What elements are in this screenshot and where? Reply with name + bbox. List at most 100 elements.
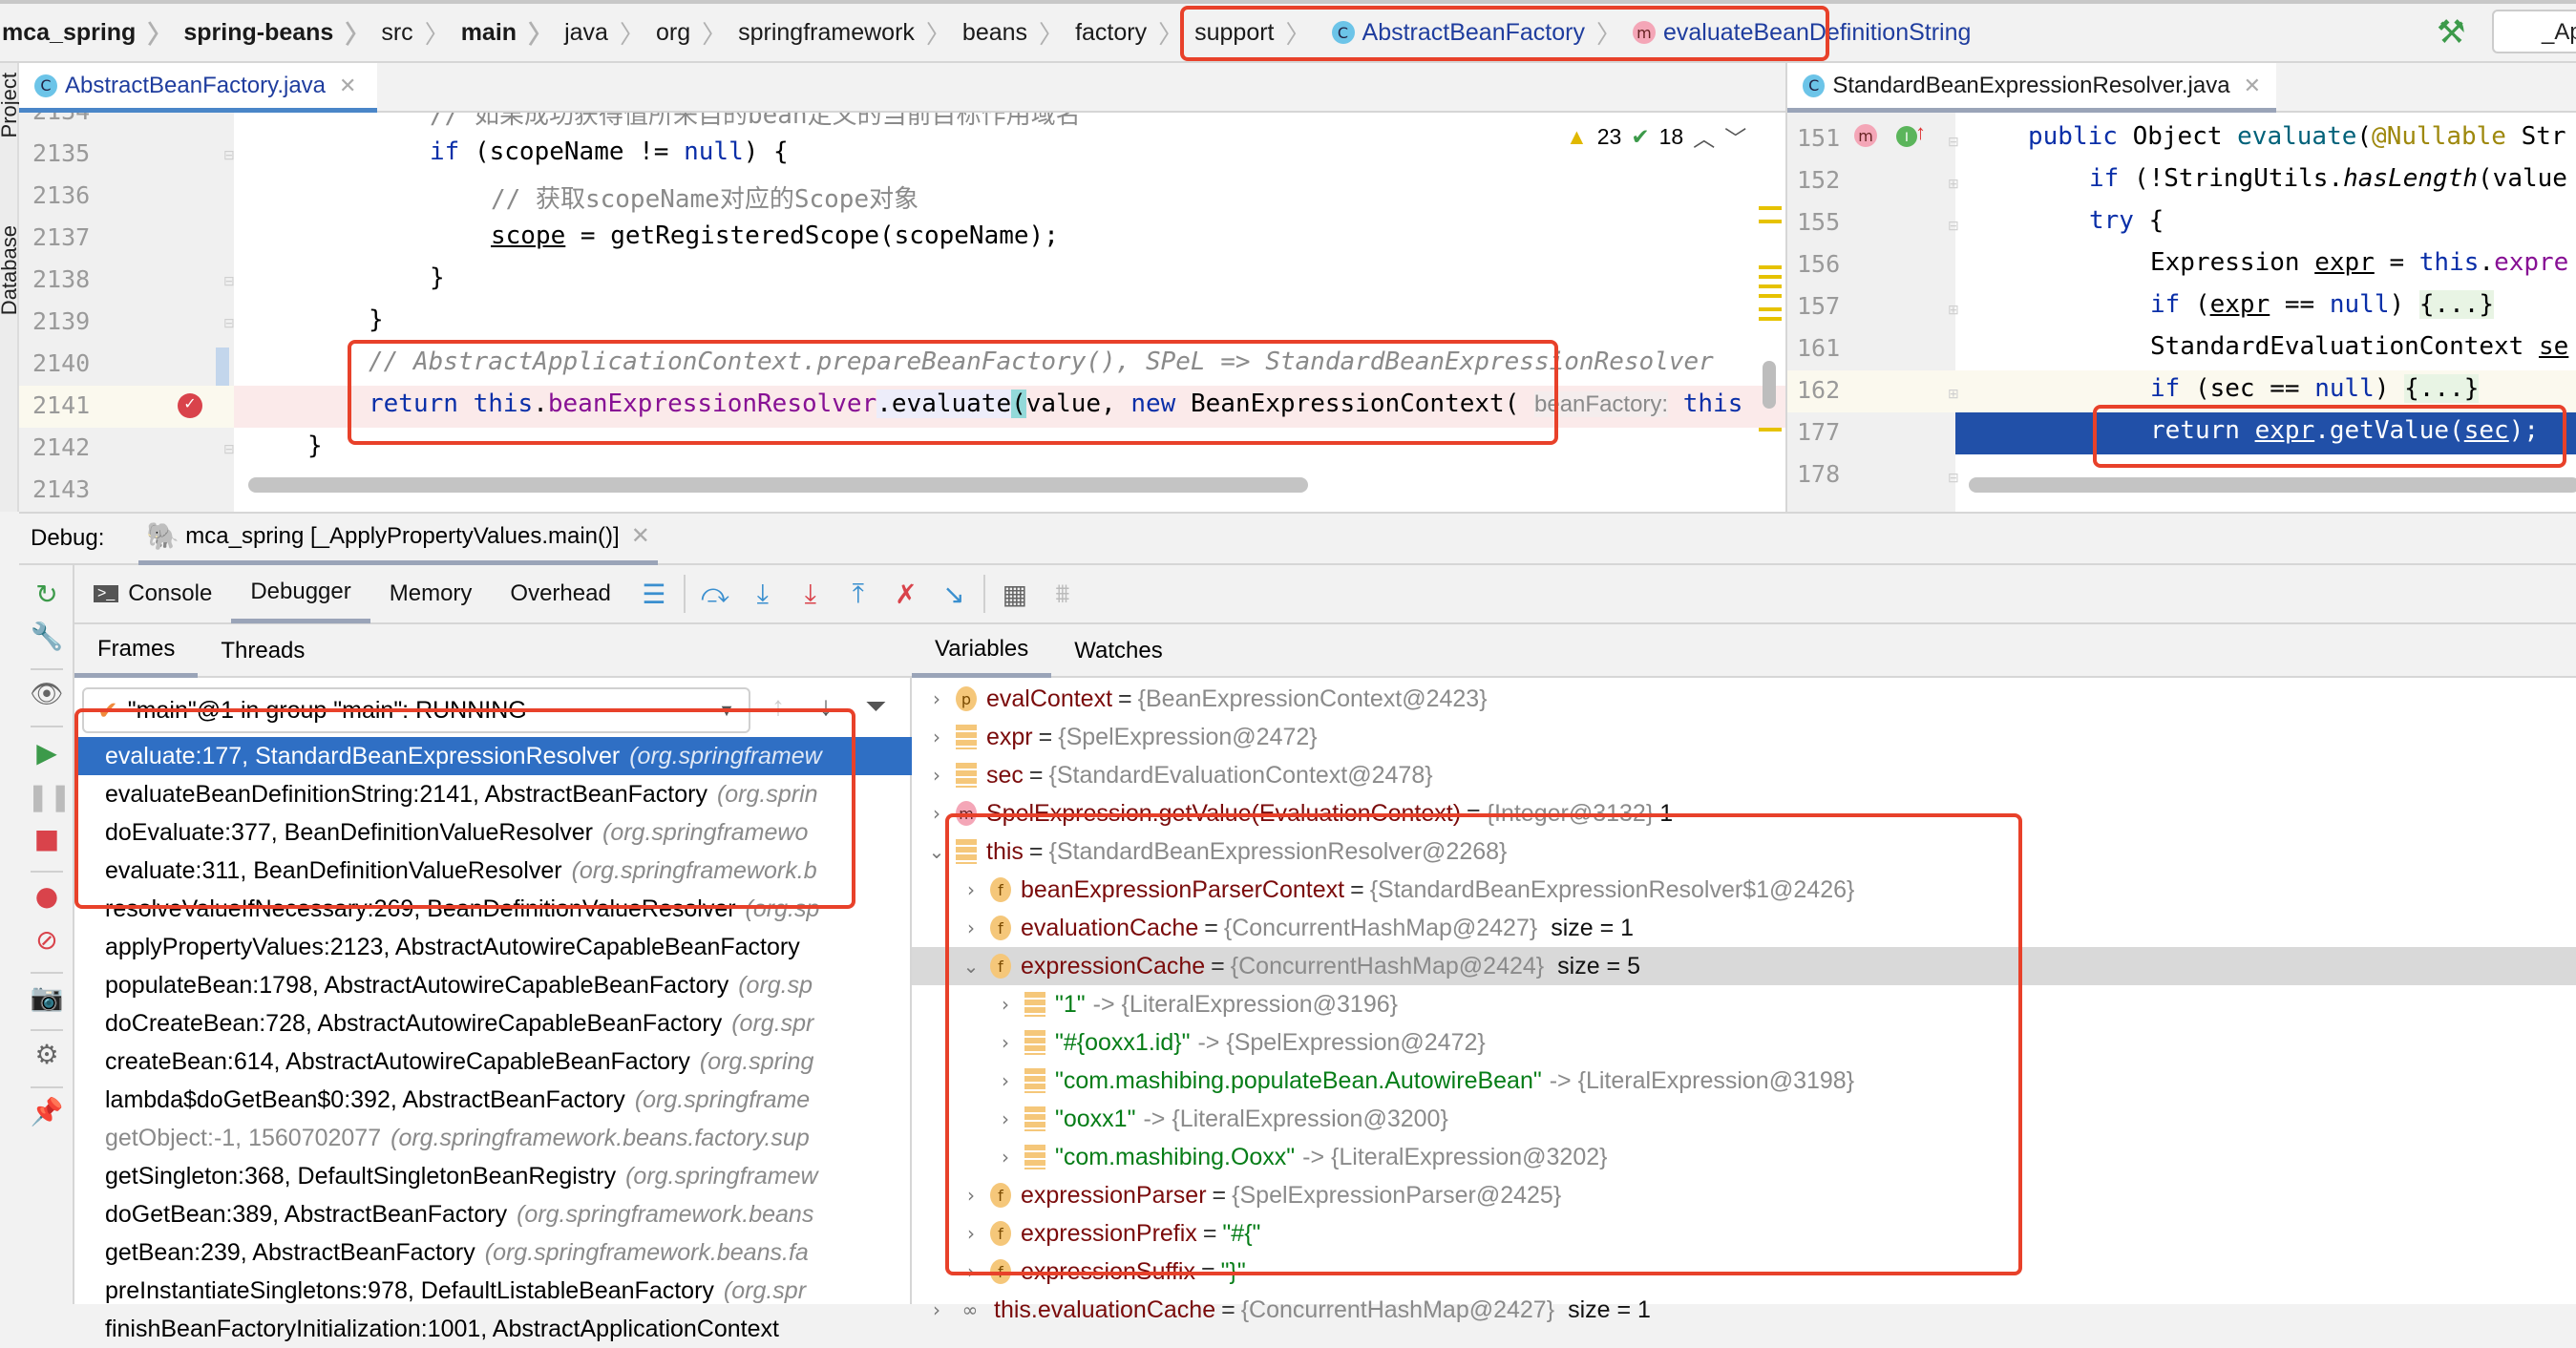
frame-row[interactable]: applyPropertyValues:2123, AbstractAutowi… [74, 928, 912, 966]
pause-icon[interactable]: ❚❚ [27, 781, 72, 812]
trace-stream-icon[interactable]: ⩩ [1046, 578, 1079, 610]
fold-icon[interactable]: ⊟ [1948, 470, 1959, 486]
close-icon[interactable]: ✕ [631, 522, 650, 550]
fold-icon[interactable]: ⊟ [1948, 134, 1959, 150]
force-step-into-icon[interactable]: ⤓ [794, 578, 827, 610]
breakpoint-icon[interactable]: ✓ [178, 393, 202, 418]
frame-row[interactable]: preInstantiateSingletons:978, DefaultLis… [74, 1272, 912, 1310]
fold-icon[interactable]: ⊟ [223, 273, 235, 289]
tab-watches[interactable]: Watches [1051, 624, 1185, 678]
expand-chevron-icon[interactable]: › [925, 764, 948, 787]
stripe-marker[interactable] [1759, 428, 1782, 432]
horizontal-scrollbar[interactable] [1969, 477, 2576, 493]
stop-icon[interactable]: ■ [27, 823, 67, 854]
expand-icon[interactable]: ⊞ [1948, 302, 1959, 318]
stripe-marker[interactable] [1759, 275, 1782, 279]
horizontal-scrollbar[interactable] [248, 477, 1308, 493]
run-to-cursor-icon[interactable]: ↘ [938, 579, 970, 610]
tab-debugger[interactable]: Debugger [231, 564, 370, 623]
expand-chevron-icon[interactable]: › [925, 687, 948, 710]
step-into-icon[interactable]: ⤓ [747, 578, 779, 610]
expand-icon[interactable]: ⊞ [1948, 176, 1959, 192]
step-over-icon[interactable]: ⤼ [699, 578, 731, 610]
step-out-icon[interactable]: ⤒ [842, 578, 875, 610]
breadcrumb-label: main [460, 18, 517, 46]
breadcrumb-item[interactable]: java 〉 [564, 15, 656, 51]
previous-highlight-icon[interactable]: ︿ [1693, 120, 1715, 153]
expand-chevron-icon[interactable]: › [925, 1298, 948, 1321]
left-code-editor[interactable]: 2134 2135 2136 2137 2138 2139 2140 2141 … [19, 113, 1785, 512]
frame-row[interactable]: populateBean:1798, AbstractAutowireCapab… [74, 966, 912, 1004]
stripe-marker[interactable] [1759, 206, 1782, 210]
run-configuration-selector[interactable]: _Ap [2492, 10, 2576, 53]
frame-row[interactable]: getObject:-1, 1560702077 (org.springframe… [74, 1119, 912, 1157]
frame-row[interactable]: doGetBean:389, AbstractBeanFactory (org.s… [74, 1195, 912, 1233]
debug-session-tab[interactable]: 🐘 mca_spring [_ApplyPropertyValues.main(… [138, 512, 658, 565]
vertical-scrollbar[interactable] [1763, 361, 1776, 409]
breadcrumb-item[interactable]: mca_spring 〉 [2, 15, 183, 51]
tab-memory[interactable]: Memory [370, 564, 492, 623]
camera-icon[interactable]: 📷 [27, 981, 67, 1013]
stripe-marker[interactable] [1759, 317, 1782, 321]
variable-row[interactable]: › expr = {SpelExpression@2472} [912, 718, 2576, 756]
tab-console[interactable]: >_ Console [74, 564, 231, 623]
expand-icon[interactable]: ⊞ [1948, 386, 1959, 402]
frame-row[interactable]: getBean:239, AbstractBeanFactory (org.spr… [74, 1233, 912, 1272]
tab-variables[interactable]: Variables [912, 624, 1052, 678]
breadcrumb-item[interactable]: main 〉 [461, 15, 564, 51]
tab-frames[interactable]: Frames [74, 624, 199, 678]
mute-breakpoints-icon[interactable]: ⊘ [27, 924, 67, 956]
breadcrumb-item[interactable]: spring-beans 〉 [183, 15, 381, 51]
tab-abstract-bean-factory[interactable]: C AbstractBeanFactory.java ✕ [19, 63, 377, 113]
folded-code[interactable]: {...} [2418, 290, 2495, 319]
frame-row[interactable]: lambda$doGetBean$0:392, AbstractBeanFact… [74, 1081, 912, 1119]
drop-frame-icon[interactable]: ✗ [890, 579, 922, 610]
folded-code[interactable]: {...} [2404, 374, 2480, 403]
stripe-marker[interactable] [1759, 265, 1782, 269]
left-editor-tabbar: C AbstractBeanFactory.java ✕ [19, 63, 1785, 113]
stripe-marker[interactable] [1759, 307, 1782, 311]
layout-menu-icon[interactable]: ☰ [638, 579, 670, 610]
tab-threads[interactable]: Threads [198, 624, 327, 678]
frame-row[interactable]: getSingleton:368, DefaultSingletonBeanRe… [74, 1157, 912, 1195]
evaluate-expression-icon[interactable]: ▦ [999, 579, 1031, 610]
view-breakpoints-icon[interactable]: ● [27, 880, 67, 912]
rerun-icon[interactable]: ↻ [27, 579, 67, 610]
fold-icon[interactable]: ⊟ [223, 315, 235, 331]
build-hammer-icon[interactable]: ⚒ [2437, 13, 2465, 52]
expand-chevron-icon[interactable]: › [925, 726, 948, 748]
filter-icon[interactable]: ⏷ [865, 691, 886, 723]
stripe-marker[interactable] [1759, 220, 1782, 223]
frame-row[interactable]: doCreateBean:728, AbstractAutowireCapabl… [74, 1004, 912, 1043]
resume-icon[interactable]: ▶ [27, 737, 67, 769]
gear-icon[interactable]: ⚙ [27, 1039, 67, 1070]
tab-standard-bean-expression-resolver[interactable]: C StandardBeanExpressionResolver.java ✕ [1787, 63, 2276, 113]
frame-row[interactable]: createBean:614, AbstractAutowireCapableB… [74, 1043, 912, 1081]
settings-wrench-icon[interactable]: 🔧 [27, 621, 67, 652]
next-highlight-icon[interactable]: ﹀ [1724, 120, 1746, 153]
close-icon[interactable]: ✕ [339, 74, 356, 98]
line-number: 2137 [32, 223, 91, 251]
variable-row[interactable]: › ∞ this.evaluationCache = {ConcurrentHashMa… [912, 1291, 2576, 1329]
breadcrumb-item[interactable]: springframework 〉 [738, 15, 962, 51]
breadcrumb-item[interactable]: src 〉 [381, 15, 460, 51]
fold-icon[interactable]: ⊟ [1948, 218, 1959, 234]
fold-icon[interactable]: ⊟ [223, 441, 235, 457]
frame-row[interactable]: finishBeanFactoryInitialization:1001, Ab… [74, 1310, 912, 1348]
tab-overhead[interactable]: Overhead [491, 564, 629, 623]
stripe-marker[interactable] [1759, 284, 1782, 288]
breadcrumb-item[interactable]: org 〉 [656, 15, 738, 51]
variable-row[interactable]: › p evalContext = {BeanExpressionContext@242… [912, 680, 2576, 718]
view-breakpoints-eye-icon[interactable]: 👁 [27, 678, 67, 709]
close-icon[interactable]: ✕ [2244, 74, 2261, 98]
pin-icon[interactable]: 📌 [27, 1096, 67, 1127]
stripe-marker[interactable] [1759, 294, 1782, 298]
breadcrumb-item[interactable]: beans 〉 [962, 15, 1075, 51]
inspection-widget[interactable]: ▲ 23 ✔ 18 ︿ ﹀ [1566, 120, 1747, 153]
implements-icon[interactable]: I [1896, 126, 1917, 147]
breadcrumb-item[interactable]: factory 〉 [1075, 15, 1194, 51]
fold-icon[interactable]: ⊟ [223, 147, 235, 163]
variable-row[interactable]: › sec = {StandardEvaluationContext@2478} [912, 756, 2576, 794]
code-line: scope = getRegisteredScope(scopeName); [491, 221, 1059, 250]
method-breakpoint-icon[interactable]: m [1854, 124, 1877, 147]
